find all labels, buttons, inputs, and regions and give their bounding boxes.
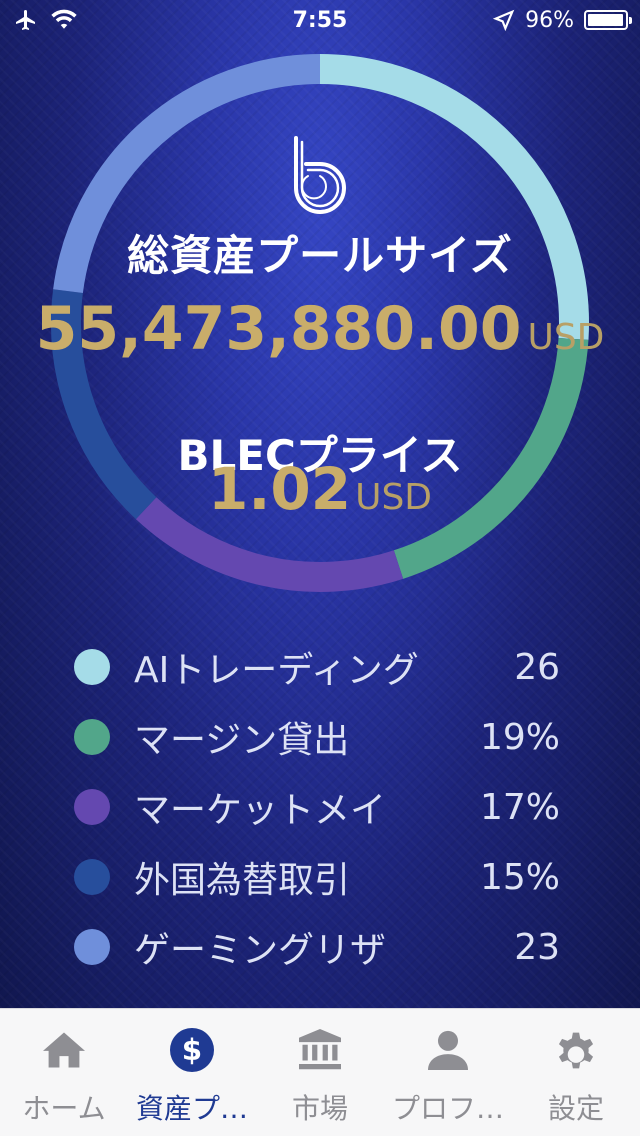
legend-label: AIトレーディング (134, 650, 419, 691)
status-right: 96% (493, 7, 632, 33)
wifi-icon (51, 9, 77, 29)
legend-item: ゲーミングリザ 23 (74, 912, 594, 982)
price-value-number: 1.02 (207, 455, 352, 523)
legend-item: 外国為替取引 15% (74, 842, 594, 912)
tab-profile[interactable]: プロフ… (384, 1009, 512, 1136)
bank-icon (297, 1027, 343, 1073)
legend-dot (74, 649, 110, 685)
tab-bar: ホーム $ 資産プ… 市場 プロフ… 設定 (0, 1008, 640, 1136)
tab-label: 市場 (291, 1092, 348, 1125)
tab-home[interactable]: ホーム (0, 1009, 128, 1136)
tab-asset-pool[interactable]: $ 資産プ… (128, 1009, 256, 1136)
legend-label: 外国為替取引 (134, 860, 351, 901)
legend-dot (74, 789, 110, 825)
battery-icon (584, 10, 632, 30)
pool-value: 55,473,880.00 USD (0, 294, 640, 364)
legend-dot (74, 719, 110, 755)
legend-value: 26 (514, 646, 560, 688)
legend-item: AIトレーディング 26 (74, 632, 594, 702)
tab-label: ホーム (22, 1092, 106, 1125)
svg-text:$: $ (182, 1033, 202, 1067)
legend-label: ゲーミングリザ (134, 930, 387, 971)
gear-icon (553, 1027, 599, 1073)
tab-label: 設定 (547, 1092, 604, 1125)
legend-label: マーケットメイ (134, 790, 387, 831)
legend-item: マーケットメイ 17% (74, 772, 594, 842)
battery-percent: 96% (525, 7, 574, 33)
battery-fill (588, 14, 623, 26)
pool-value-unit: USD (527, 317, 605, 358)
tab-label: プロフ… (391, 1092, 504, 1125)
legend-dot (74, 859, 110, 895)
home-icon (41, 1027, 87, 1073)
brand-logo-icon (294, 136, 346, 214)
legend-value: 23 (514, 926, 560, 968)
status-bar: 7:55 96% (0, 0, 640, 40)
legend-value: 15% (479, 856, 560, 898)
tab-label: 資産プ… (135, 1092, 248, 1125)
allocation-legend: AIトレーディング 26 マージン貸出 19% マーケットメイ 17% 外国為替… (74, 632, 594, 982)
tab-market[interactable]: 市場 (256, 1009, 384, 1136)
airplane-icon (16, 10, 35, 30)
pool-title: 総資産プールサイズ (127, 231, 513, 280)
status-left (12, 8, 78, 32)
person-icon (425, 1027, 471, 1073)
legend-value: 17% (479, 786, 560, 828)
tab-settings[interactable]: 設定 (512, 1009, 640, 1136)
location-arrow-icon (493, 9, 515, 31)
legend-dot (74, 929, 110, 965)
legend-item: マージン貸出 19% (74, 702, 594, 772)
legend-value: 19% (479, 716, 560, 758)
price-value-unit: USD (355, 477, 433, 518)
dollar-icon: $ (169, 1027, 215, 1073)
pool-value-number: 55,473,880.00 (35, 294, 522, 364)
price-value: 1.02 USD (0, 455, 640, 523)
legend-label: マージン貸出 (134, 720, 350, 761)
